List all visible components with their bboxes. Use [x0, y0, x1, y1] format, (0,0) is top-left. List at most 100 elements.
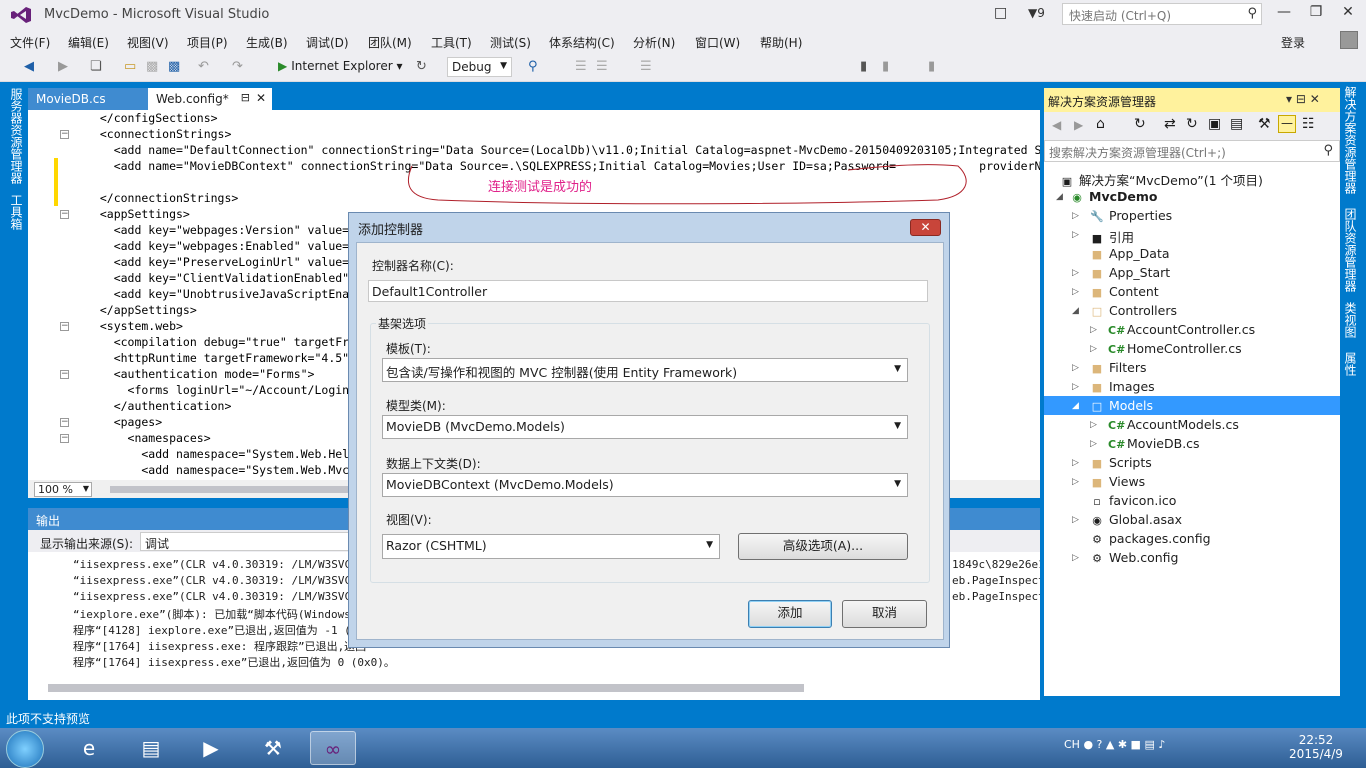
- menu-window[interactable]: 窗口(W): [695, 34, 740, 51]
- menu-architecture[interactable]: 体系结构(C): [549, 34, 615, 51]
- menu-debug[interactable]: 调试(D): [306, 34, 349, 51]
- start-button[interactable]: [6, 730, 44, 768]
- collapse-arrow-icon[interactable]: ▷: [1072, 515, 1079, 525]
- collapse-arrow-icon[interactable]: ▷: [1072, 268, 1079, 278]
- collapse-arrow-icon[interactable]: ▷: [1090, 420, 1097, 430]
- close-icon[interactable]: ✕: [256, 91, 266, 105]
- controller-name-input[interactable]: Default1Controller: [368, 280, 928, 302]
- toolbar-indent-icon[interactable]: ☰: [640, 59, 652, 74]
- bookmark-prev-icon[interactable]: ▮: [882, 59, 889, 74]
- show-all-files-icon[interactable]: ▤: [1230, 116, 1243, 132]
- close-window-button[interactable]: ✕: [1334, 4, 1362, 24]
- menu-build[interactable]: 生成(B): [246, 34, 288, 51]
- new-project-icon[interactable]: ❏: [90, 59, 102, 74]
- find-icon[interactable]: ⚲: [528, 59, 538, 74]
- advanced-options-button[interactable]: 高级选项(A)...: [738, 533, 908, 560]
- menu-test[interactable]: 测试(S): [490, 34, 531, 51]
- fold-toggle[interactable]: −: [60, 418, 69, 427]
- tree-item[interactable]: ■ Views: [1090, 474, 1145, 489]
- collapse-arrow-icon[interactable]: ▷: [1072, 553, 1079, 563]
- collapse-all-icon[interactable]: ▣: [1208, 116, 1221, 132]
- tab-moviedb-cs[interactable]: MovieDB.cs: [28, 88, 148, 110]
- toolbox-tab[interactable]: 工具箱: [8, 194, 25, 230]
- tree-item[interactable]: C# HomeController.cs: [1108, 341, 1242, 356]
- template-select[interactable]: 包含读/写操作和视图的 MVC 控制器(使用 Entity Framework)…: [382, 358, 908, 382]
- tree-item[interactable]: C# AccountController.cs: [1108, 322, 1255, 337]
- team-explorer-tab[interactable]: 解决方案资源管理器: [1342, 86, 1359, 194]
- properties-tab[interactable]: 属性: [1342, 352, 1359, 376]
- tree-item[interactable]: ■ Images: [1090, 379, 1155, 394]
- tree-solution[interactable]: ▣ 解决方案“MvcDemo”(1 个项目): [1060, 170, 1263, 189]
- menu-help[interactable]: 帮助(H): [760, 34, 802, 51]
- menu-edit[interactable]: 编辑(E): [68, 34, 109, 51]
- maximize-button[interactable]: ❐: [1302, 4, 1330, 24]
- tree-item[interactable]: ⚙ packages.config: [1090, 531, 1210, 546]
- tools-taskbar-icon[interactable]: ⚒: [250, 731, 296, 765]
- sync-icon[interactable]: ↻: [1134, 116, 1146, 132]
- tree-item[interactable]: C# MovieDB.cs: [1108, 436, 1200, 451]
- back-icon[interactable]: ◀: [1052, 118, 1061, 132]
- start-debug-button[interactable]: ▶ Internet Explorer ▾: [278, 59, 403, 73]
- file-explorer-taskbar-icon[interactable]: ▤: [128, 731, 174, 765]
- tree-item[interactable]: ■ 引用: [1090, 227, 1134, 246]
- solution-config-select[interactable]: Debug ▼: [447, 57, 512, 77]
- menu-tools[interactable]: 工具(T): [431, 34, 472, 51]
- notification-icon[interactable]: □: [994, 5, 1007, 21]
- forward-icon[interactable]: ▶: [58, 59, 68, 74]
- expand-arrow-icon[interactable]: ◢: [1072, 306, 1079, 316]
- class-view-tab[interactable]: 类视图: [1342, 302, 1359, 338]
- tree-item[interactable]: C# AccountModels.cs: [1108, 417, 1239, 432]
- collapse-arrow-icon[interactable]: ▷: [1072, 382, 1079, 392]
- class-diagram-icon[interactable]: ☷: [1302, 116, 1315, 132]
- properties-icon[interactable]: ⚒: [1258, 116, 1271, 132]
- tree-item[interactable]: ■ Scripts: [1090, 455, 1152, 470]
- minimize-button[interactable]: —: [1270, 4, 1298, 24]
- toolbar-comment-icon[interactable]: ☰: [596, 59, 608, 74]
- open-file-icon[interactable]: ▭: [124, 59, 136, 74]
- collapse-arrow-icon[interactable]: ▷: [1072, 363, 1079, 373]
- user-avatar-icon[interactable]: [1340, 31, 1358, 49]
- server-explorer-tab[interactable]: 服务器资源管理器: [8, 88, 25, 184]
- collapse-arrow-icon[interactable]: ▷: [1072, 211, 1079, 221]
- model-class-select[interactable]: MovieDB (MvcDemo.Models) ▼: [382, 415, 908, 439]
- tree-item[interactable]: ▫ favicon.ico: [1090, 493, 1176, 508]
- collapse-arrow-icon[interactable]: ▷: [1090, 344, 1097, 354]
- dialog-close-button[interactable]: ✕: [910, 219, 941, 236]
- cancel-button[interactable]: 取消: [842, 600, 927, 628]
- fold-toggle[interactable]: −: [60, 322, 69, 331]
- switch-views-icon[interactable]: ⇄: [1164, 116, 1176, 132]
- tree-project[interactable]: ◉ MvcDemo: [1070, 189, 1157, 204]
- pin-icon[interactable]: ⊟: [241, 91, 250, 104]
- expand-arrow-icon[interactable]: ◢: [1056, 192, 1063, 202]
- editor-horizontal-scrollbar[interactable]: [110, 486, 350, 493]
- collapse-arrow-icon[interactable]: ▷: [1072, 477, 1079, 487]
- team-explorer-tab-2[interactable]: 团队资源管理器: [1342, 208, 1359, 292]
- input-language[interactable]: CH: [1064, 738, 1080, 751]
- collapse-arrow-icon[interactable]: ▷: [1090, 325, 1097, 335]
- redo-icon[interactable]: ↷: [232, 59, 243, 74]
- forward-icon[interactable]: ▶: [1074, 118, 1083, 132]
- tree-item[interactable]: ■ App_Start: [1090, 265, 1170, 280]
- media-player-taskbar-icon[interactable]: ▶: [188, 731, 234, 765]
- tree-item[interactable]: ■ Content: [1090, 284, 1159, 299]
- fold-toggle[interactable]: −: [60, 210, 69, 219]
- refresh-icon[interactable]: ↻: [1186, 116, 1198, 132]
- undo-icon[interactable]: ↶: [198, 59, 209, 74]
- visual-studio-taskbar-icon[interactable]: ∞: [310, 731, 356, 765]
- tree-item[interactable]: ■ Filters: [1090, 360, 1147, 375]
- solution-search-input[interactable]: 搜索解决方案资源管理器(Ctrl+;) ⚲: [1044, 140, 1340, 162]
- quick-launch-input[interactable]: 快速启动 (Ctrl+Q) ⚲: [1062, 3, 1262, 25]
- toolbar-format-icon[interactable]: ☰: [575, 59, 587, 74]
- menu-analyze[interactable]: 分析(N): [633, 34, 675, 51]
- back-icon[interactable]: ◀: [24, 59, 34, 74]
- bookmark-clear-icon[interactable]: ▮: [928, 59, 935, 74]
- zoom-select[interactable]: 100 % ▼: [34, 482, 92, 497]
- preview-icon[interactable]: —: [1278, 115, 1296, 133]
- output-horizontal-scrollbar[interactable]: [48, 684, 804, 692]
- tree-item[interactable]: □ Controllers: [1090, 303, 1177, 318]
- collapse-arrow-icon[interactable]: ▷: [1072, 458, 1079, 468]
- collapse-arrow-icon[interactable]: ▷: [1072, 230, 1079, 240]
- fold-toggle[interactable]: −: [60, 130, 69, 139]
- menu-view[interactable]: 视图(V): [127, 34, 169, 51]
- tree-item[interactable]: ⚙ Web.config: [1090, 550, 1178, 565]
